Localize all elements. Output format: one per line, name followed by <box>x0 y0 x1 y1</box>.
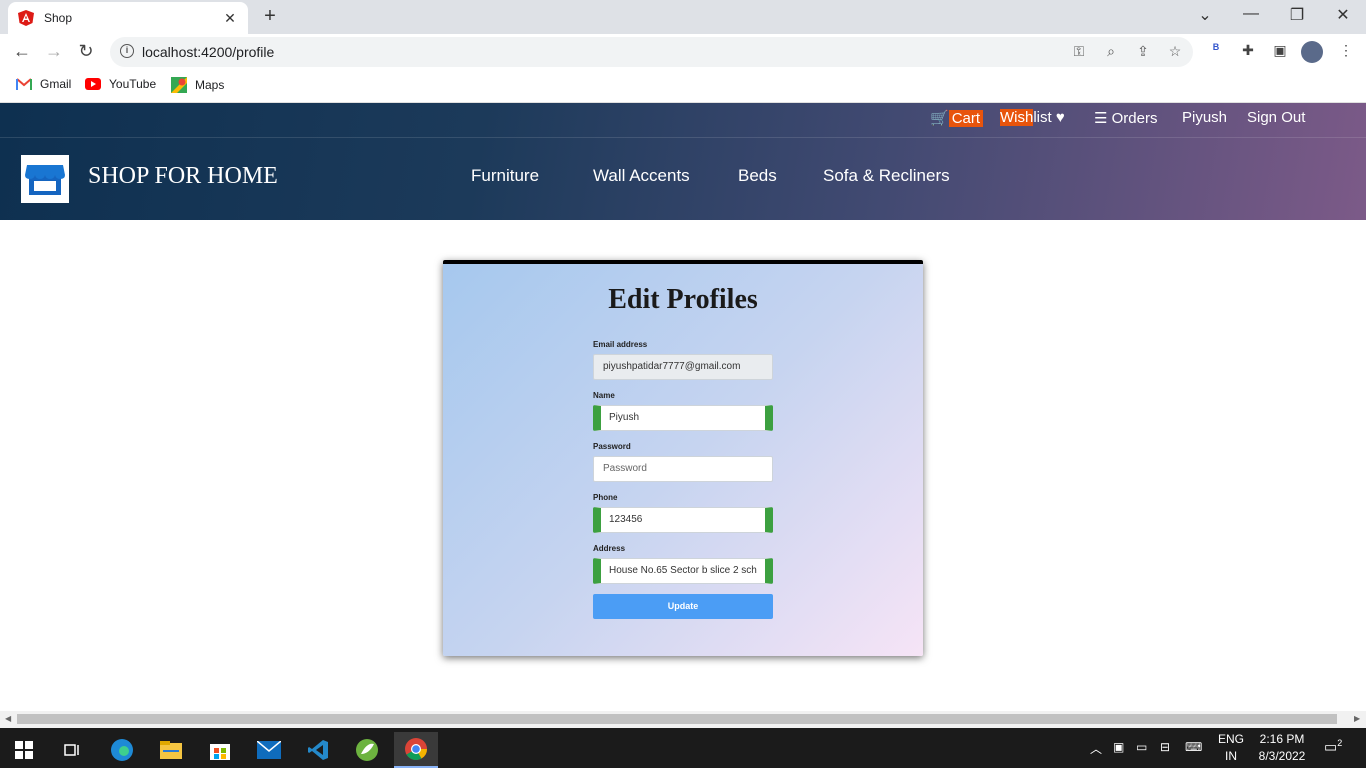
site-info-icon[interactable]: i <box>120 44 134 58</box>
bookmark-label: YouTube <box>109 77 157 91</box>
lang-primary: ENG <box>1217 732 1244 746</box>
signout-link[interactable]: Sign Out <box>1247 109 1305 126</box>
wishlist-label-rest: list <box>1033 109 1052 126</box>
orders-link[interactable]: ☰ Orders <box>1094 109 1157 127</box>
site-header: 🛒 Cart Wishlist ♥ ☰ Orders Piyush Sign Ou… <box>0 103 1366 220</box>
store-icon[interactable] <box>198 732 242 768</box>
nav-beds[interactable]: Beds <box>738 166 777 186</box>
top-links-bar: 🛒 Cart Wishlist ♥ ☰ Orders Piyush Sign Ou… <box>0 103 1366 138</box>
close-window-icon[interactable]: ✕ <box>1331 5 1355 25</box>
clock-date: 8/3/2022 <box>1258 749 1306 763</box>
url-text: localhost:4200/profile <box>142 44 275 60</box>
edit-profile-card: Edit Profiles Email address piyushpatida… <box>443 260 923 656</box>
storefront-icon <box>25 165 65 195</box>
network-icon[interactable]: ⊟ <box>1160 740 1170 754</box>
cart-label: Cart <box>948 110 984 127</box>
browser-toolbar: ← → ↻ i localhost:4200/profile ⚿ ⌕ ⇪ ☆ <box>0 34 1366 70</box>
email-field[interactable]: piyushpatidar7777@gmail.com <box>593 354 773 380</box>
youtube-icon <box>85 78 101 90</box>
battery-icon[interactable]: ▭ <box>1136 740 1147 754</box>
restore-icon[interactable]: ❐ <box>1285 5 1309 25</box>
orders-label: Orders <box>1111 110 1158 127</box>
bookmark-maps[interactable]: Maps <box>171 77 224 93</box>
bookmark-label: Gmail <box>40 77 72 91</box>
extensions-puzzle-icon[interactable]: ✚ <box>1238 42 1258 59</box>
lang-region: IN <box>1225 749 1237 763</box>
maps-icon <box>171 77 187 93</box>
user-link[interactable]: Piyush <box>1182 109 1227 126</box>
phone-label: Phone <box>593 493 618 502</box>
zoom-icon[interactable]: ⌕ <box>1102 43 1120 60</box>
notification-glyph: ▭ <box>1324 738 1338 755</box>
back-icon[interactable]: ← <box>10 41 34 62</box>
mail-icon[interactable] <box>247 732 291 768</box>
bookmark-gmail[interactable]: Gmail <box>16 77 71 91</box>
browser-tab[interactable]: Shop ✕ <box>8 2 248 34</box>
share-icon[interactable]: ⇪ <box>1134 43 1152 60</box>
wishlist-label-highlight: Wish <box>1000 109 1034 126</box>
spring-tool-icon[interactable] <box>345 732 389 768</box>
menu-kebab-icon[interactable]: ⋮ <box>1336 42 1356 59</box>
angular-icon <box>18 10 34 26</box>
nav-furniture[interactable]: Furniture <box>471 166 539 186</box>
shop-logo[interactable] <box>21 155 69 203</box>
scroll-right-icon[interactable]: ▶ <box>1354 714 1360 723</box>
file-explorer-icon[interactable] <box>149 732 193 768</box>
password-label: Password <box>593 442 631 451</box>
notification-count: 2 <box>1337 738 1343 748</box>
bookmark-star-icon[interactable]: ☆ <box>1166 43 1184 60</box>
nav-wall-accents[interactable]: Wall Accents <box>593 166 690 186</box>
wishlist-link[interactable]: Wishlist ♥ <box>1000 109 1065 126</box>
name-field[interactable]: Piyush <box>593 405 773 431</box>
tab-title: Shop <box>44 11 73 25</box>
scrollbar-thumb[interactable] <box>17 714 1337 724</box>
forward-icon[interactable]: → <box>42 41 66 62</box>
new-tab-icon[interactable]: + <box>258 5 282 28</box>
address-bar[interactable]: i localhost:4200/profile ⚿ ⌕ ⇪ ☆ <box>110 37 1193 67</box>
system-clock[interactable]: 2:16 PM 8/3/2022 <box>1254 731 1310 765</box>
clock-time: 2:16 PM <box>1259 732 1305 746</box>
task-view-icon[interactable] <box>50 732 94 768</box>
keyboard-icon[interactable]: ⌨ <box>1185 740 1202 754</box>
tab-search-icon[interactable]: ⌄ <box>1193 5 1217 25</box>
email-label: Email address <box>593 340 648 349</box>
scroll-left-icon[interactable]: ◀ <box>5 714 11 723</box>
phone-field[interactable]: 123456 <box>593 507 773 533</box>
security-icon[interactable]: ▣ <box>1113 740 1124 754</box>
nav-sofa-recliners[interactable]: Sofa & Recliners <box>823 166 950 186</box>
page-title: Edit Profiles <box>608 284 758 315</box>
minimize-icon[interactable]: — <box>1239 5 1263 23</box>
list-icon: ☰ <box>1094 110 1108 127</box>
brand-name[interactable]: SHOP FOR HOME <box>88 163 278 190</box>
notification-center-icon[interactable]: ▭2 <box>1324 738 1342 756</box>
cart-icon: 🛒 <box>930 110 949 127</box>
bookmark-youtube[interactable]: YouTube <box>85 77 156 91</box>
heart-icon: ♥ <box>1055 109 1065 126</box>
show-hidden-icons[interactable]: ︿ <box>1090 740 1102 757</box>
password-field[interactable]: Password <box>593 456 773 482</box>
profile-avatar[interactable] <box>1301 41 1323 63</box>
gmail-icon <box>16 78 32 90</box>
tab-close-icon[interactable]: ✕ <box>222 10 238 27</box>
extension-b-icon[interactable]: B <box>1206 42 1226 52</box>
chrome-icon[interactable] <box>394 732 438 768</box>
horizontal-scrollbar[interactable]: ◀ ▶ <box>0 711 1366 728</box>
bookmarks-bar: Gmail YouTube Maps <box>0 70 1366 103</box>
name-label: Name <box>593 391 615 400</box>
browser-tab-strip: Shop ✕ + ⌄ — ❐ ✕ <box>0 0 1366 34</box>
side-panel-icon[interactable]: ▣ <box>1270 42 1290 59</box>
cart-link[interactable]: 🛒 Cart <box>930 109 984 127</box>
key-icon[interactable]: ⚿ <box>1070 43 1088 60</box>
update-button[interactable]: Update <box>593 594 773 619</box>
address-label: Address <box>593 544 626 553</box>
windows-taskbar: ︿ ▣ ▭ ⊟ ⌨ ENG IN 2:16 PM 8/3/2022 ▭2 <box>0 728 1366 768</box>
start-icon[interactable] <box>2 732 46 768</box>
reload-icon[interactable]: ↻ <box>74 41 98 62</box>
bookmark-label: Maps <box>195 78 225 92</box>
input-language[interactable]: ENG IN <box>1216 731 1246 765</box>
address-field[interactable]: House No.65 Sector b slice 2 sch <box>593 558 773 584</box>
edge-icon[interactable] <box>100 732 144 768</box>
vscode-icon[interactable] <box>296 732 340 768</box>
